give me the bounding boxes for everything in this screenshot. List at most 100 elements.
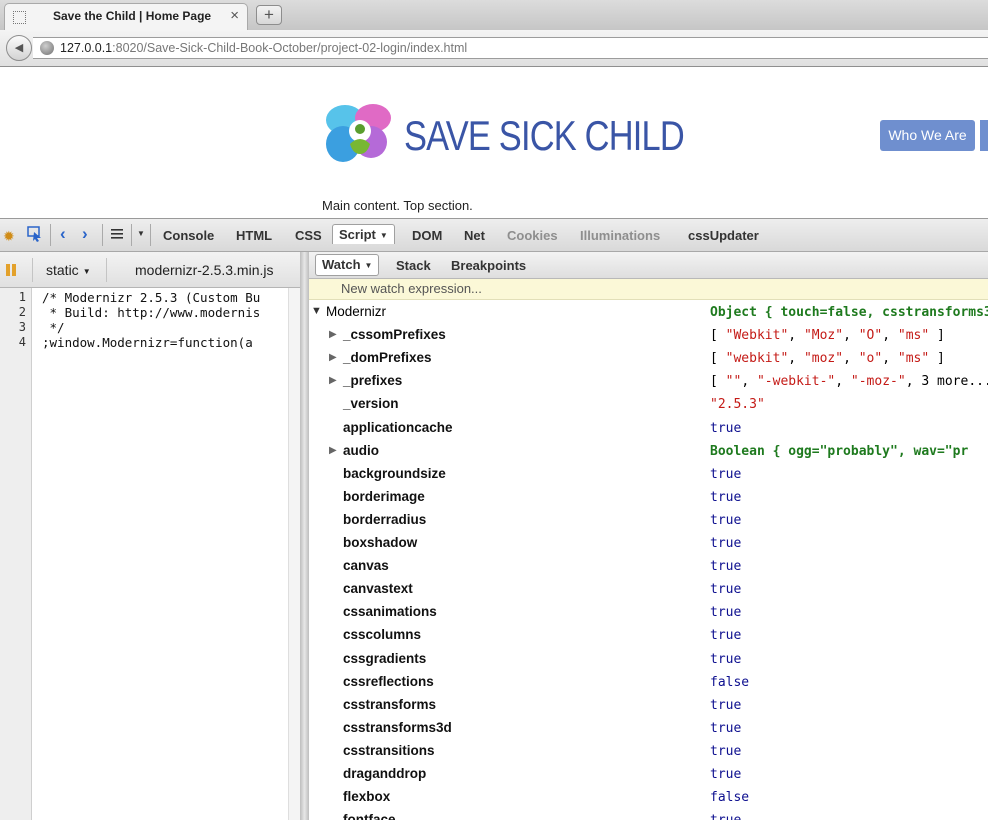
watch-row[interactable]: canvastext true [309,577,988,600]
twisty-collapsed-icon[interactable]: ▶ [329,375,337,386]
watch-property-name: canvastext [343,581,413,596]
watch-property-value[interactable]: true [710,767,741,782]
close-tab-icon[interactable]: × [230,7,239,24]
watch-property-value[interactable]: true [710,605,741,620]
pane-splitter[interactable] [300,252,309,820]
twisty-collapsed-icon[interactable]: ▶ [329,445,337,456]
tab-cookies[interactable]: Cookies [507,228,558,243]
watch-property-value[interactable]: true [710,490,741,505]
watch-property-value[interactable]: true [710,513,741,528]
tab-console[interactable]: Console [163,228,214,243]
who-we-are-button[interactable]: Who We Are [880,120,975,151]
watch-property-value[interactable]: true [710,582,741,597]
back-arrow-icon[interactable]: ‹ [60,224,66,244]
tab-illuminations[interactable]: Illuminations [580,228,660,243]
new-tab-button[interactable]: + [256,5,282,25]
toolbar-divider [106,258,107,282]
watch-property-value[interactable]: true [710,536,741,551]
line-number[interactable]: 1 [19,290,26,304]
watch-row[interactable]: borderradius true [309,508,988,531]
next-nav-button[interactable] [980,120,988,151]
web-page: SAVE SICK CHILD Who We Are Main content.… [0,67,988,218]
twisty-collapsed-icon[interactable]: ▶ [329,329,337,340]
watch-root-value[interactable]: Object { touch=false, csstransforms3 [710,305,988,320]
watch-property-name: borderradius [343,512,427,527]
watch-row[interactable]: csstransforms true [309,693,988,716]
watch-property-value[interactable]: true [710,421,741,436]
watch-property-value[interactable]: Boolean { ogg="probably", wav="pr [710,444,968,459]
watch-property-value[interactable]: false [710,790,749,805]
toolbar-divider [50,224,51,246]
tab-css[interactable]: CSS [295,228,322,243]
source-scrollbar[interactable] [288,288,300,820]
twisty-collapsed-icon[interactable]: ▶ [329,352,337,363]
inspect-icon[interactable] [27,226,43,242]
watch-row[interactable]: backgroundsize true [309,462,988,485]
script-file-selector[interactable]: modernizr-2.5.3.min.js [135,262,274,278]
watch-property-value[interactable]: "2.5.3" [710,397,765,412]
watch-row[interactable]: canvas true [309,554,988,577]
script-toolbar: static ▼ modernizr-2.5.3.min.js [0,252,300,288]
tab-script[interactable]: Script ▼ [332,224,395,244]
twisty-expanded-icon[interactable]: ▼ [311,305,322,317]
line-number[interactable]: 4 [19,335,26,349]
watch-property-value[interactable]: true [710,559,741,574]
watch-property-value[interactable]: true [710,744,741,759]
back-button[interactable]: ◀ [6,35,32,61]
tab-net[interactable]: Net [464,228,485,243]
watch-property-value[interactable]: true [710,698,741,713]
code-line: /* Modernizr 2.5.3 (Custom Bu [42,290,261,305]
watch-row[interactable]: flexbox false [309,785,988,808]
line-number[interactable]: 2 [19,305,26,319]
watch-row[interactable]: csstransitions true [309,739,988,762]
tab-cssupdater[interactable]: cssUpdater [688,228,759,243]
watch-row[interactable]: csscolumns true [309,623,988,646]
watch-property-name: cssanimations [343,604,437,619]
pause-icon[interactable] [6,264,18,276]
watch-property-value[interactable]: true [710,813,741,820]
watch-row[interactable]: ▶ audio Boolean { ogg="probably", wav="pr [309,439,988,462]
watch-row[interactable]: borderimage true [309,485,988,508]
watch-property-value[interactable]: [ "webkit", "moz", "o", "ms" ] [710,351,945,366]
watch-property-value[interactable]: false [710,675,749,690]
chevron-down-icon[interactable]: ▼ [137,229,145,238]
watch-property-value[interactable]: true [710,628,741,643]
static-dropdown[interactable]: static ▼ [46,262,91,278]
chevron-down-icon: ▼ [364,260,373,270]
watch-row[interactable]: fontface true [309,808,988,820]
tab-dom[interactable]: DOM [412,228,442,243]
watch-row[interactable]: cssreflections false [309,670,988,693]
watch-row[interactable]: draganddrop true [309,762,988,785]
line-number[interactable]: 3 [19,320,26,334]
watch-property-value[interactable]: true [710,652,741,667]
watch-row[interactable]: ▶ _prefixes [ "", "-webkit-", "-moz-", 3 m… [309,369,988,392]
firebug-icon[interactable]: ✹ [3,228,15,245]
tab-breakpoints[interactable]: Breakpoints [451,258,526,273]
tab-html[interactable]: HTML [236,228,272,243]
watch-property-value[interactable]: true [710,721,741,736]
watch-row[interactable]: _version "2.5.3" [309,392,988,415]
watch-property-value[interactable]: [ "Webkit", "Moz", "O", "ms" ] [710,328,945,343]
watch-property-name: applicationcache [343,420,453,435]
watch-row[interactable]: cssanimations true [309,600,988,623]
watch-property-value[interactable]: true [710,467,741,482]
tab-watch[interactable]: Watch ▼ [315,254,380,276]
address-bar[interactable]: 127.0.0.1:8020/Save-Sick-Child-Book-Octo… [33,37,988,59]
logo-icon [326,104,391,162]
chevron-down-icon: ▼ [379,230,388,240]
source-code-view[interactable]: 1 2 3 4 /* Modernizr 2.5.3 (Custom Bu * … [0,288,288,820]
watch-row[interactable]: ▶ _cssomPrefixes [ "Webkit", "Moz", "O", "… [309,323,988,346]
forward-arrow-icon[interactable]: › [82,224,88,244]
url-text: 127.0.0.1:8020/Save-Sick-Child-Book-Octo… [60,41,468,55]
watch-row[interactable]: applicationcache true [309,416,988,439]
tab-stack[interactable]: Stack [396,258,431,273]
menu-icon[interactable] [110,227,124,241]
watch-root-row[interactable]: ▼ Modernizr Object { touch=false, csstra… [309,300,988,323]
watch-row[interactable]: cssgradients true [309,647,988,670]
watch-row[interactable]: ▶ _domPrefixes [ "webkit", "moz", "o", "ms… [309,346,988,369]
watch-property-value[interactable]: [ "", "-webkit-", "-moz-", 3 more... ] [710,374,988,389]
new-watch-input[interactable]: New watch expression... [309,279,988,300]
watch-row[interactable]: csstransforms3d true [309,716,988,739]
browser-tab[interactable]: Save the Child | Home Page × [4,3,248,30]
watch-row[interactable]: boxshadow true [309,531,988,554]
